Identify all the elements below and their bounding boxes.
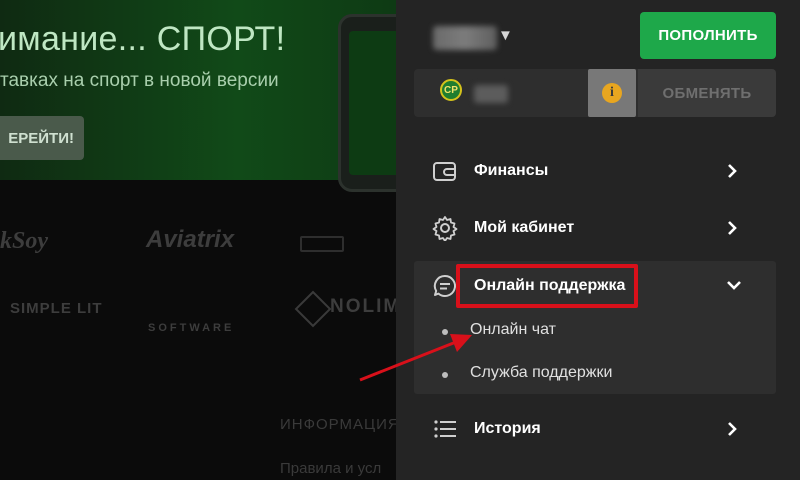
promo-subtitle: тавках на спорт в новой версии xyxy=(0,70,279,91)
provider-logo-simple[interactable]: SIMPLE LIT xyxy=(10,300,103,317)
menu-item-my-cabinet[interactable]: Мой кабинет xyxy=(414,200,776,256)
menu-item-label: Мой кабинет xyxy=(474,219,575,236)
provider-logo[interactable]: kSoy xyxy=(0,228,48,255)
wallet-icon xyxy=(433,162,456,181)
submenu-label: Онлайн чат xyxy=(470,321,556,338)
chevron-right-icon xyxy=(728,221,737,235)
gear-icon xyxy=(432,216,458,241)
chevron-right-icon xyxy=(728,164,737,178)
menu-item-label: История xyxy=(474,420,541,437)
balance-value-blurred[interactable] xyxy=(433,26,497,50)
provider-logo-aviatrix[interactable]: Aviatrix xyxy=(146,226,234,254)
promo-banner: имание... СПОРТ! тавках на спорт в новой… xyxy=(0,0,396,192)
support-header[interactable]: Онлайн поддержка xyxy=(414,261,776,311)
exchange-button[interactable]: ОБМЕНЯТЬ xyxy=(638,69,776,117)
chevron-right-icon xyxy=(728,422,737,436)
bullet-dot xyxy=(442,329,448,335)
balance-dropdown-caret[interactable]: ▼ xyxy=(498,27,513,44)
cp-value-blurred xyxy=(474,85,508,103)
bonus-points-row: CP i ОБМЕНЯТЬ xyxy=(414,69,776,117)
submenu-label: Служба поддержки xyxy=(470,364,613,381)
promo-go-button[interactable]: ЕРЕЙТИ! xyxy=(0,116,84,160)
info-button[interactable]: i xyxy=(588,69,636,117)
menu-item-finance[interactable]: Финансы xyxy=(414,143,776,199)
info-heading: ИНФОРМАЦИЯ xyxy=(280,416,396,433)
info-icon: i xyxy=(602,83,622,103)
cp-points-icon: CP xyxy=(440,79,462,101)
bullet-dot xyxy=(442,372,448,378)
highlight-annotation-box xyxy=(456,264,638,308)
side-menu-panel: ▼ ПОПОЛНИТЬ CP i ОБМЕНЯТЬ Финансы Мой ка… xyxy=(396,0,800,480)
provider-logo[interactable] xyxy=(300,236,344,252)
menu-item-history[interactable]: История xyxy=(414,401,776,457)
menu-item-online-support: Онлайн поддержка Онлайн чат Служба подде… xyxy=(414,261,776,394)
chat-bubble-icon xyxy=(433,274,456,297)
background-page: имание... СПОРТ! тавках на спорт в новой… xyxy=(0,0,396,480)
menu-item-label: Финансы xyxy=(474,162,549,179)
list-icon xyxy=(434,420,456,438)
promo-title: имание... СПОРТ! xyxy=(0,20,286,58)
rules-link[interactable]: Правила и усл xyxy=(280,460,381,477)
provider-logo-software[interactable]: SOFTWARE xyxy=(148,322,234,334)
provider-logo-nolim[interactable]: NOLIM xyxy=(330,296,396,318)
chevron-down-icon xyxy=(727,281,741,290)
phone-image xyxy=(338,14,396,192)
deposit-button[interactable]: ПОПОЛНИТЬ xyxy=(640,12,776,59)
submenu-item-support-service[interactable]: Служба поддержки xyxy=(414,354,776,394)
submenu-item-online-chat[interactable]: Онлайн чат xyxy=(414,311,776,351)
provider-logo-mark xyxy=(294,290,332,328)
